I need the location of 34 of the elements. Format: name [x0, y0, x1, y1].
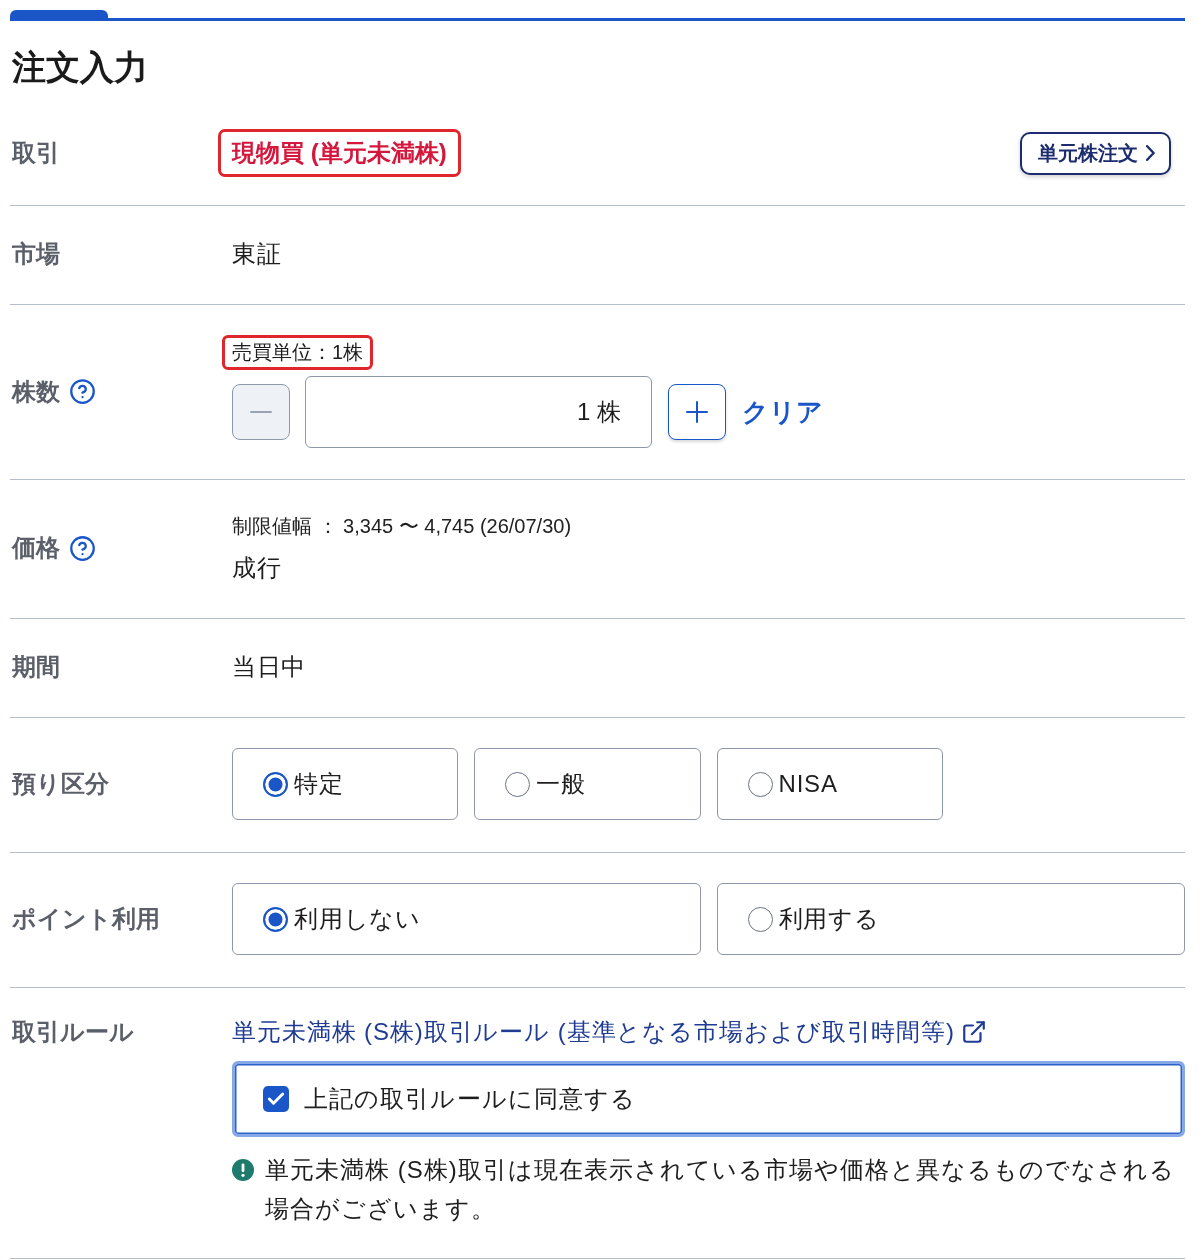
field-value: 東証: [232, 240, 281, 267]
field-label: 市場: [12, 239, 60, 269]
help-icon[interactable]: [69, 534, 96, 562]
minus-icon: [250, 411, 272, 413]
field-label: ポイント利用: [12, 904, 160, 934]
chevron-right-icon: [1146, 145, 1155, 161]
radio-option[interactable]: 一般: [474, 748, 701, 820]
external-link-icon: [961, 1019, 987, 1045]
field-label: 期間: [12, 652, 60, 682]
increase-button[interactable]: [668, 384, 726, 440]
field-value: 成行: [232, 553, 281, 583]
radio-option[interactable]: 利用する: [716, 883, 1185, 955]
field-label: 価格: [12, 533, 60, 563]
help-icon[interactable]: [69, 378, 96, 405]
field-label: 株数: [12, 376, 60, 407]
field-value: 当日中: [232, 653, 306, 680]
rules-link[interactable]: 単元未満株 (S株)取引ルール (基準となる市場および取引時間等): [232, 1016, 985, 1048]
page-title: 注文入力: [12, 47, 149, 87]
agreement-checkbox[interactable]: 上記の取引ルールに同意する: [232, 1061, 1185, 1137]
notice-text: 単元未満株 (S株)取引は現在表示されている市場や価格と異なるものでなされる場合がございます。: [265, 1155, 1176, 1224]
radio-option[interactable]: NISA: [716, 748, 943, 820]
radio-option[interactable]: 利用しない: [232, 883, 701, 955]
price-limit-range: 制限値幅 ： 3,345 〜 4,745 (26/07/30): [232, 514, 572, 539]
alert-icon: [232, 1159, 254, 1181]
unit-note: 売買単位：1株: [222, 335, 374, 370]
plus-icon: [686, 401, 708, 423]
field-label: 預り区分: [12, 769, 109, 799]
switch-order-button[interactable]: 単元株注文: [1020, 131, 1171, 175]
trade-type-label: 現物買 (単元未満株): [218, 129, 461, 177]
radio-option[interactable]: 特定: [232, 748, 459, 820]
field-label: 取引ルール: [12, 1017, 134, 1047]
quantity-input[interactable]: 1 株: [305, 376, 652, 448]
clear-link[interactable]: クリア: [742, 395, 823, 429]
field-label: 取引: [12, 138, 60, 168]
